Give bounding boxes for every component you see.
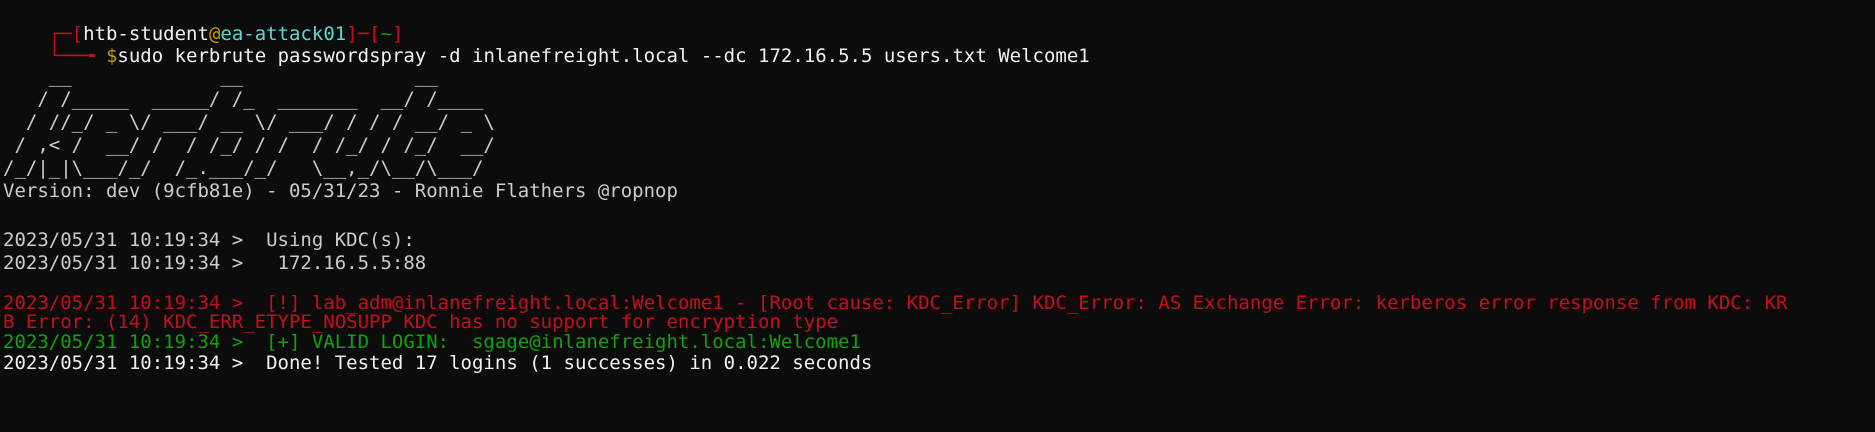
prompt-arrow: └──╼	[48, 45, 106, 67]
banner-line: /_/|_|\___/_/ /_.___/_/ \__,_/\__/\___/	[3, 157, 495, 179]
banner-line: / ,< / __/ / / /_/ / / / /_/ / /_/ __/	[3, 134, 495, 156]
banner-line: __ __ __	[3, 65, 495, 87]
kerbrute-ascii-banner: __ __ __ / /_____ _____/ /_ _______ __/ …	[3, 65, 495, 180]
log-line: 2023/05/31 10:19:34 > 172.16.5.5:88	[3, 252, 427, 274]
prompt-line-2: └──╼ $sudo kerbrute passwordspray -d inl…	[3, 22, 1090, 67]
log-line-valid-login: 2023/05/31 10:19:34 > [+] VALID LOGIN: s…	[3, 331, 861, 353]
banner-line: / //_/ _ \/ ___/ __ \/ ___/ / / / __/ _ …	[3, 111, 495, 133]
command-text: sudo kerbrute passwordspray -d inlanefre…	[117, 45, 1090, 67]
prompt-dollar: $	[105, 45, 118, 67]
version-line: Version: dev (9cfb81e) - 05/31/23 - Ronn…	[3, 180, 678, 202]
log-line-done: 2023/05/31 10:19:34 > Done! Tested 17 lo…	[3, 352, 873, 374]
log-line: 2023/05/31 10:19:34 > Using KDC(s):	[3, 229, 415, 251]
terminal-window[interactable]: ┌─[htb-student@ea-attack01]─[~] └──╼ $su…	[0, 0, 1875, 432]
prompt-line-1: ┌─[htb-student@ea-attack01]─[~]	[3, 0, 404, 45]
banner-line: / /_____ _____/ /_ _______ __/ /____	[3, 88, 495, 110]
